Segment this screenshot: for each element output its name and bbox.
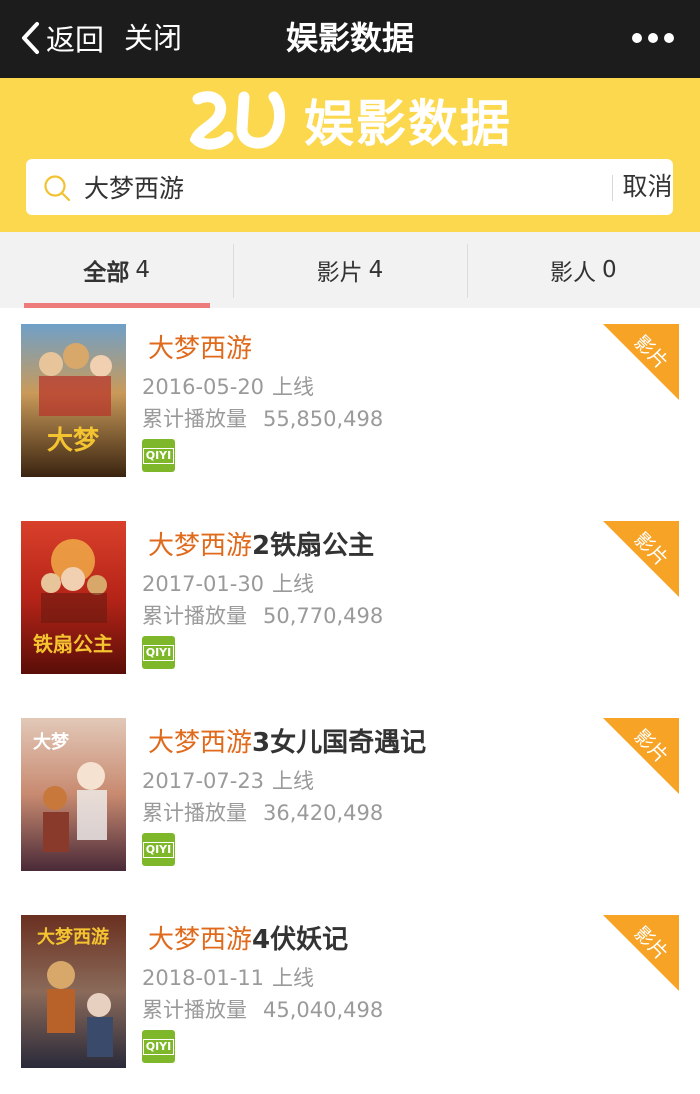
movie-poster[interactable]: 铁扇公主 [21,521,126,674]
brand-logo-icon [190,91,285,150]
title-highlight: 大梦西游 [148,925,253,955]
date-value: 2016-05-20 [142,375,265,399]
platform-label: QIYI [142,644,175,661]
movie-title[interactable]: 大梦西游4伏妖记 [148,919,348,956]
more-options-button[interactable] [632,30,674,46]
tab-label: 全部 [83,260,130,286]
movie-title[interactable]: 大梦西游3女儿国奇遇记 [148,722,426,759]
back-button[interactable]: 返回 [18,16,104,60]
close-button[interactable]: 关闭 [124,16,182,60]
play-count: 累计播放量 50,770,498 [142,600,383,630]
release-date: 2016-05-20 上线 [142,371,314,401]
more-dot-icon [632,33,642,43]
page-title: 娱影数据 [285,19,414,57]
movie-poster[interactable]: 大梦 [21,324,126,477]
release-date: 2017-07-23 上线 [142,765,314,795]
list-item[interactable]: 铁扇公主 大梦西游2铁扇公主 2017-01-30 上线 累计播放量 50,770,… [0,505,700,702]
date-suffix: 上线 [272,375,315,399]
date-value: 2017-01-30 [142,572,265,596]
svg-text:大梦: 大梦 [33,731,70,753]
title-rest: 2铁扇公主 [252,531,375,561]
iqiyi-platform-icon[interactable]: QIYI [142,833,175,866]
film-tag-badge: 影片 [603,718,679,794]
plays-label: 累计播放量 [142,998,247,1022]
filter-tabs: 全部 4 影片 4 影人 0 [0,232,700,308]
tab-count: 4 [135,257,150,283]
movie-title[interactable]: 大梦西游2铁扇公主 [148,525,374,562]
date-value: 2018-01-11 [142,966,265,990]
movie-poster[interactable]: 大梦西游 [21,915,126,1068]
tab-all[interactable]: 全部 4 [0,232,233,308]
svg-text:铁扇公主: 铁扇公主 [33,632,113,656]
date-suffix: 上线 [272,572,315,596]
film-tag-badge: 影片 [603,324,679,400]
movie-poster[interactable]: 大梦 [21,718,126,871]
tab-count: 4 [368,257,384,283]
search-icon [44,175,71,202]
plays-value: 50,770,498 [263,604,384,628]
release-date: 2017-01-30 上线 [142,568,314,598]
date-suffix: 上线 [272,769,315,793]
tab-films[interactable]: 影片 4 [233,232,466,308]
svg-text:大梦西游: 大梦西游 [37,926,109,948]
poster-image: 大梦 [21,324,126,477]
title-highlight: 大梦西游 [148,728,253,758]
iqiyi-platform-icon[interactable]: QIYI [142,636,175,669]
more-dot-icon [664,33,674,43]
list-item[interactable]: 大梦西游 大梦西游4伏妖记 2018-01-11 上线 累计播放量 45,040,4… [0,899,700,1094]
poster-image: 大梦 [21,718,126,871]
poster-image: 铁扇公主 [21,521,126,674]
plays-value: 36,420,498 [263,801,384,825]
date-value: 2017-07-23 [142,769,265,793]
chevron-left-icon [22,22,39,54]
date-suffix: 上线 [272,966,315,990]
search-input[interactable] [84,167,594,207]
search-divider [612,175,613,201]
title-rest: 4伏妖记 [252,925,349,955]
back-label: 返回 [46,23,105,57]
cancel-button[interactable]: 取消 [622,159,673,215]
plays-value: 45,040,498 [263,998,384,1022]
film-tag-badge: 影片 [603,915,679,991]
film-tag-badge: 影片 [603,521,679,597]
list-item[interactable]: 大梦 大梦西游3女儿国奇遇记 2017-07-23 上线 累计播放量 36,420,… [0,702,700,899]
platform-label: QIYI [142,841,175,858]
plays-value: 55,850,498 [263,407,384,431]
platform-label: QIYI [142,447,175,464]
more-dot-icon [648,33,658,43]
title-rest: 3女儿国奇遇记 [252,728,427,758]
title-highlight: 大梦西游 [148,531,253,561]
tab-label: 影人 [550,260,596,286]
plays-label: 累计播放量 [142,801,247,825]
title-highlight: 大梦西游 [148,334,253,364]
plays-label: 累计播放量 [142,407,247,431]
play-count: 累计播放量 45,040,498 [142,994,383,1024]
poster-image: 大梦西游 [21,915,126,1068]
brand-header: 娱影数据 取消 [0,78,700,232]
plays-label: 累计播放量 [142,604,247,628]
tab-label: 影片 [316,260,363,286]
iqiyi-platform-icon[interactable]: QIYI [142,1030,175,1063]
results-list: 大梦 大梦西游 2016-05-20 上线 累计播放量 55,850,498 QIY… [0,308,700,1094]
list-item[interactable]: 大梦 大梦西游 2016-05-20 上线 累计播放量 55,850,498 QIY… [0,308,700,505]
tab-count: 0 [602,257,617,283]
brand-name: 娱影数据 [304,95,512,153]
tab-people[interactable]: 影人 0 [466,232,700,308]
svg-text:大梦: 大梦 [47,426,100,456]
movie-title[interactable]: 大梦西游 [148,328,252,365]
search-box: 取消 [26,159,673,215]
play-count: 累计播放量 36,420,498 [142,797,383,827]
play-count: 累计播放量 55,850,498 [142,403,383,433]
iqiyi-platform-icon[interactable]: QIYI [142,439,175,472]
top-nav-bar: 返回 关闭 娱影数据 [0,0,700,78]
platform-label: QIYI [142,1038,175,1055]
release-date: 2018-01-11 上线 [142,962,314,992]
brand-logo: 娱影数据 [190,88,512,153]
